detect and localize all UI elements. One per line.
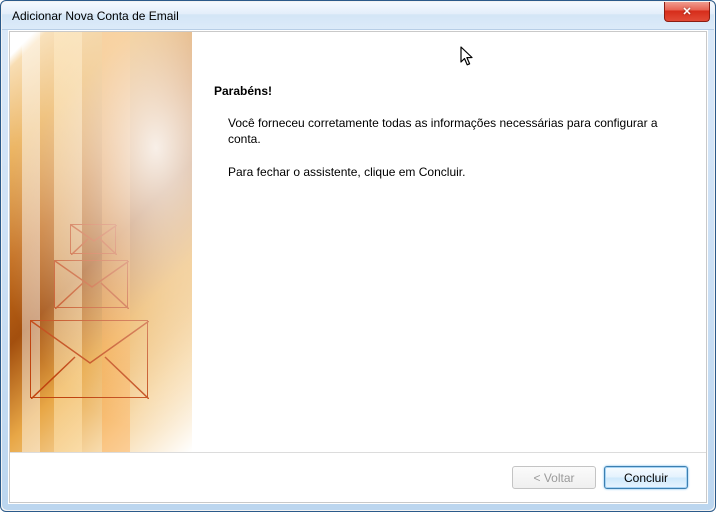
back-button: < Voltar — [512, 466, 596, 489]
main-panel: Parabéns! Você forneceu corretamente tod… — [10, 32, 706, 452]
wizard-sidebar-art — [10, 32, 192, 452]
body-line-1: Você forneceu corretamente todas as info… — [228, 116, 686, 147]
close-button[interactable]: ✕ — [664, 2, 710, 22]
envelope-icon — [30, 320, 148, 398]
close-icon: ✕ — [682, 5, 691, 18]
envelope-icon — [70, 224, 116, 254]
envelope-icon — [54, 260, 128, 308]
wizard-text-block: Parabéns! Você forneceu corretamente tod… — [192, 32, 706, 452]
window-title: Adicionar Nova Conta de Email — [12, 9, 179, 23]
dialog-window: Adicionar Nova Conta de Email ✕ — [0, 0, 716, 512]
body-line-2: Para fechar o assistente, clique em Conc… — [228, 165, 686, 181]
content-area: Parabéns! Você forneceu corretamente tod… — [9, 31, 707, 503]
finish-button[interactable]: Concluir — [604, 466, 688, 489]
heading-congrats: Parabéns! — [214, 84, 686, 98]
wizard-footer: < Voltar Concluir — [10, 452, 706, 502]
titlebar[interactable]: Adicionar Nova Conta de Email ✕ — [2, 2, 714, 30]
